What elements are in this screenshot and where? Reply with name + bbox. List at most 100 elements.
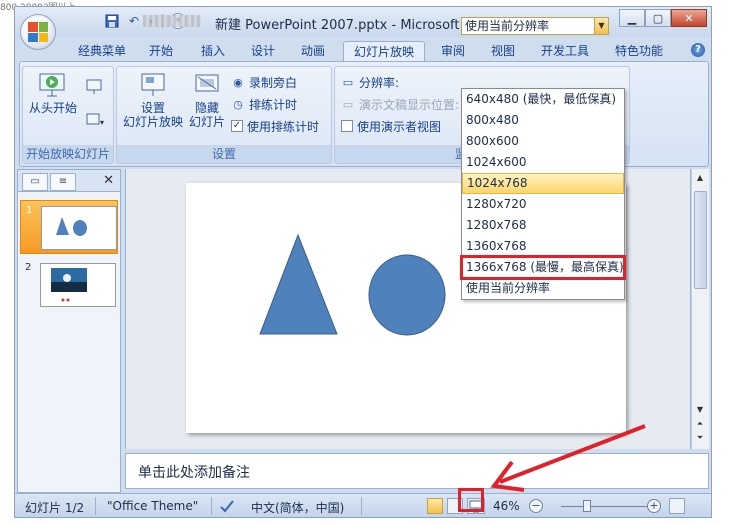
group-start-slideshow: 从头开始 ▾ 开始放映幻灯片: [22, 66, 114, 164]
microphone-icon: ◉: [233, 75, 243, 89]
use-timings-checkbox[interactable]: ✓ 使用排练计时: [231, 117, 319, 135]
thumbnail-preview: [40, 263, 116, 307]
slides-pane: ▭ ≡ ✕ 1 2: [17, 169, 121, 493]
chevron-down-icon[interactable]: ▼: [594, 18, 608, 34]
group-label-start: 开始放映幻灯片: [23, 145, 113, 163]
hide-slide-button[interactable]: 隐藏 幻灯片: [187, 71, 227, 129]
hide-label-2: 幻灯片: [188, 115, 225, 129]
tab-classic-menu[interactable]: 经典菜单: [71, 41, 133, 61]
presenter-view-check[interactable]: [341, 120, 353, 132]
hide-slide-icon: [192, 71, 222, 99]
monitor-icon: ▭: [342, 75, 354, 89]
setup-label-1: 设置: [140, 101, 165, 115]
help-icon[interactable]: ?: [691, 43, 705, 57]
svg-text:▾: ▾: [100, 118, 104, 127]
slide-number: 2: [25, 262, 32, 273]
maximize-button[interactable]: ▢: [645, 9, 671, 27]
resolution-label: 分辨率:: [359, 75, 400, 90]
scroll-thumb[interactable]: [694, 191, 707, 289]
scroll-up-icon[interactable]: ▲: [694, 173, 706, 182]
group-setup: 设置 幻灯片放映 隐藏 幻灯片 ◉ 录制旁白 ◷ 排练计时 ✓ 使用排练计时 设…: [116, 66, 332, 164]
tab-insert[interactable]: 插入: [195, 41, 231, 61]
use-timings-check[interactable]: ✓: [231, 120, 243, 132]
resolution-value: 使用当前分辨率: [465, 19, 550, 33]
fit-to-window-icon[interactable]: [669, 498, 685, 514]
status-bar: 幻灯片 1/2 "Office Theme" 中文(简体，中国) 46% − +: [15, 493, 711, 517]
triangle-shape: [259, 233, 338, 335]
show-on-label: 演示文稿显示位置:: [359, 97, 460, 112]
presenter-view-checkbox[interactable]: 使用演示者视图: [341, 117, 441, 135]
from-beginning-button[interactable]: 从头开始: [25, 71, 81, 115]
slide-number: 1: [26, 205, 33, 216]
vertical-scrollbar[interactable]: ▲ ▼ ⏶ ⏷: [691, 169, 709, 449]
pane-tabs: ▭ ≡ ✕: [18, 170, 120, 192]
previous-slide-icon[interactable]: ⏶: [694, 419, 706, 429]
slide-thumbnail-1[interactable]: 1: [20, 200, 118, 254]
clock-icon: ◷: [233, 97, 243, 111]
tab-developer[interactable]: 开发工具: [535, 41, 595, 61]
tab-design[interactable]: 设计: [245, 41, 281, 61]
record-narration-label: 录制旁白: [249, 75, 298, 90]
slide-counter: 幻灯片 1/2: [25, 501, 85, 515]
resolution-select[interactable]: 使用当前分辨率 ▼: [461, 17, 609, 35]
show-presentation-on-row: ▭ 演示文稿显示位置:: [341, 95, 459, 113]
close-button[interactable]: ✕: [671, 9, 707, 27]
resolution-row: ▭ 分辨率:: [341, 73, 399, 91]
zoom-in-icon[interactable]: +: [647, 499, 661, 513]
resolution-option[interactable]: 1280x720: [462, 194, 624, 215]
resolution-option-marked[interactable]: 1366x768 (最慢，最高保真): [460, 255, 626, 280]
circle-shape: [368, 254, 446, 336]
zoom-out-icon[interactable]: −: [529, 499, 543, 513]
save-icon[interactable]: [103, 13, 121, 29]
resolution-option[interactable]: 1360x768: [462, 236, 624, 257]
minimize-button[interactable]: ▁: [619, 9, 645, 27]
resolution-dropdown-list: 640x480 (最快，最低保真) 800x480 800x600 1024x6…: [460, 88, 626, 300]
custom-show-icon[interactable]: ▾: [85, 111, 107, 132]
notes-pane[interactable]: 单击此处添加备注: [125, 453, 709, 489]
hide-label-1: 隐藏: [194, 101, 219, 115]
resolution-option[interactable]: 800x480: [462, 110, 624, 131]
spell-check-icon[interactable]: [219, 499, 235, 516]
setup-label-2: 幻灯片放映: [122, 115, 183, 129]
redacted-area: [143, 15, 201, 27]
resolution-option[interactable]: 640x480 (最快，最低保真): [462, 89, 624, 110]
zoom-level[interactable]: 46%: [493, 499, 520, 513]
close-pane-icon[interactable]: ✕: [103, 173, 114, 188]
resolution-option[interactable]: 800x600: [462, 131, 624, 152]
slide-thumbnail-2[interactable]: 2: [20, 258, 118, 312]
record-narration-button[interactable]: ◉ 录制旁白: [231, 73, 297, 91]
use-timings-label: 使用排练计时: [247, 119, 320, 134]
resolution-option[interactable]: 使用当前分辨率: [462, 278, 624, 299]
tab-review[interactable]: 审阅: [435, 41, 471, 61]
ribbon-tabs: 经典菜单 开始 插入 设计 动画 幻灯片放映 审阅 视图 开发工具 特色功能 ?: [15, 37, 711, 61]
tab-home[interactable]: 开始: [143, 41, 179, 61]
scroll-down-icon[interactable]: ▼: [694, 405, 706, 414]
resolution-option[interactable]: 1280x768: [462, 215, 624, 236]
next-slide-icon[interactable]: ⏷: [694, 433, 706, 443]
zoom-slider-track[interactable]: [561, 506, 659, 507]
resolution-option[interactable]: 1024x600: [462, 152, 624, 173]
language-indicator[interactable]: 中文(简体，中国): [251, 499, 344, 516]
normal-view-icon[interactable]: [427, 498, 443, 514]
rehearse-timings-label: 排练计时: [249, 97, 298, 112]
display-icon: ▭: [342, 97, 354, 111]
from-current-icon[interactable]: [85, 77, 103, 98]
office-logo-icon: [28, 22, 48, 42]
tab-slide-show[interactable]: 幻灯片放映: [343, 41, 425, 61]
office-button[interactable]: [20, 14, 56, 50]
undo-icon[interactable]: ↶: [125, 13, 143, 29]
outline-tab-icon[interactable]: ≡: [50, 173, 76, 191]
from-beginning-label: 从头开始: [28, 101, 77, 115]
tab-animation[interactable]: 动画: [295, 41, 331, 61]
presenter-view-label: 使用演示者视图: [357, 119, 442, 134]
tab-special-features[interactable]: 特色功能: [609, 41, 669, 61]
setup-slideshow-button[interactable]: 设置 幻灯片放映: [121, 71, 185, 129]
slides-tab-icon[interactable]: ▭: [22, 173, 48, 191]
resolution-option-highlighted[interactable]: 1024x768: [462, 173, 624, 194]
zoom-slider-handle[interactable]: [583, 500, 591, 512]
tab-view[interactable]: 视图: [485, 41, 521, 61]
rehearse-timings-button[interactable]: ◷ 排练计时: [231, 95, 297, 113]
setup-slideshow-icon: [138, 71, 168, 99]
group-label-setup: 设置: [117, 145, 331, 163]
play-slideshow-icon: [38, 71, 68, 99]
